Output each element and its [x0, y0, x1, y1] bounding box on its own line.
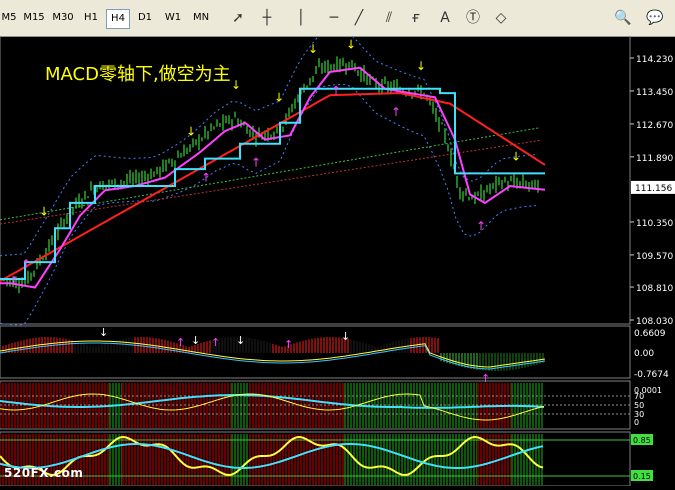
buy-arrow-icon: ↑ [21, 257, 31, 271]
oscillator-axis-label: 70 [634, 392, 644, 401]
watermark: 520FX.com [4, 466, 84, 480]
ma-red [0, 92, 546, 282]
stochastic-axis-label: 0.85 [633, 436, 651, 445]
timeframe-m15[interactable]: M15 [22, 9, 46, 27]
sell-arrow-icon: ↓ [346, 38, 356, 52]
buy-arrow-icon: ↑ [9, 274, 19, 288]
price-label: 108.030 [636, 317, 673, 327]
shapes-dropdown-icon[interactable]: ◇ [490, 7, 512, 29]
buy-arrow-icon: ↑ [201, 170, 211, 184]
horizontal-line-icon[interactable]: ─ [323, 7, 345, 29]
oscillator-axis-label: 50 [634, 401, 644, 410]
timeframe-h4[interactable]: H4 [106, 9, 130, 29]
chart-headline: MACD零轴下,做空为主 [45, 64, 231, 85]
sell-arrow-icon: ↓ [231, 78, 241, 92]
trendline-icon[interactable]: ╱ [348, 7, 370, 29]
sell-arrow-icon: ↓ [186, 124, 196, 138]
price-label: 111.890 [636, 154, 673, 164]
macd-axis-label: 0.6609 [634, 329, 666, 339]
vertical-line-icon[interactable]: │ [290, 7, 312, 29]
macd-up-arrow-icon: ↑ [284, 338, 293, 351]
fibonacci-icon[interactable]: ғ [405, 7, 427, 29]
cursor-arrow-icon[interactable]: ➚ [227, 7, 249, 29]
buy-arrow-icon: ↑ [476, 219, 486, 233]
price-label: 109.570 [636, 252, 673, 262]
sell-arrow-icon: ↓ [39, 205, 49, 219]
price-label: 110.350 [636, 219, 673, 229]
timeframe-m30[interactable]: M30 [50, 9, 76, 27]
chat-icon[interactable]: 💬 [644, 7, 666, 29]
macd-down-arrow-icon: ↓ [191, 334, 200, 347]
price-label: 114.230 [636, 55, 673, 65]
price-label: 108.810 [636, 284, 673, 294]
macd-down-arrow-icon: ↓ [341, 330, 350, 343]
oscillator-axis-label: 0 [634, 418, 639, 427]
macd-up-arrow-icon: ↑ [211, 336, 220, 349]
text-label-icon[interactable]: Ⓣ [462, 7, 484, 29]
sell-arrow-icon: ↓ [511, 150, 521, 164]
timeframe-w1[interactable]: W1 [162, 9, 184, 27]
buy-arrow-icon: ↑ [391, 105, 401, 119]
sell-arrow-icon: ↓ [416, 59, 426, 73]
timeframe-d1[interactable]: D1 [134, 9, 156, 27]
toolbar: M5 M15 M30 H1 H4 D1 W1 MN ➚ ┼ │ ─ ╱ ⫽ ғ A Ⓣ ◇ 🔍 💬 [0, 0, 675, 37]
chart-svg: 114.230 113.450 112.670 111.890 110.350 109.5… [0, 32, 675, 487]
channel-icon[interactable]: ⫽ [378, 7, 400, 29]
step-line-cyan [0, 87, 545, 280]
timeframe-m5[interactable]: M5 [0, 9, 18, 27]
current-price-label: 111.156 [635, 184, 672, 194]
crosshair-icon[interactable]: ┼ [256, 7, 278, 29]
buy-arrow-icon: ↑ [331, 84, 341, 98]
macd-up-arrow-icon: ↑ [176, 336, 185, 349]
macd-axis-label: 0.00 [634, 349, 654, 359]
price-label: 112.670 [636, 121, 673, 131]
macd-down-arrow-icon: ↓ [236, 334, 245, 347]
macd-down-arrow-icon: ↓ [99, 326, 108, 339]
timeframe-h1[interactable]: H1 [80, 9, 102, 27]
macd-up-arrow-icon: ↑ [481, 372, 490, 385]
zoom-icon[interactable]: 🔍 [612, 7, 634, 29]
sell-arrow-icon: ↓ [308, 42, 318, 56]
timeframe-mn[interactable]: MN [190, 9, 212, 27]
stochastic-axis-label: 0.15 [633, 472, 651, 481]
chart-area[interactable]: 114.230 113.450 112.670 111.890 110.350 109.5… [0, 32, 675, 487]
macd-axis-label: -0.7674 [634, 370, 669, 380]
buy-arrow-icon: ↑ [251, 155, 261, 169]
text-icon[interactable]: A [434, 7, 456, 29]
sell-arrow-icon: ↓ [274, 91, 284, 105]
price-label: 113.450 [636, 88, 673, 98]
